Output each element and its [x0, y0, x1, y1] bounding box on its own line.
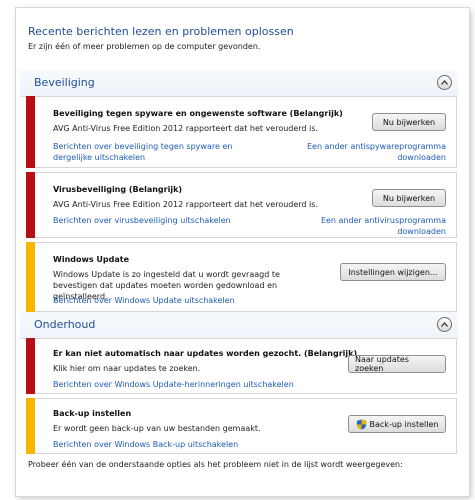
download-antivirus-link[interactable]: Een ander antivirusprogramma downloaden — [316, 215, 446, 237]
card-description: Er wordt geen back-up van uw bestanden g… — [53, 424, 261, 433]
update-now-button[interactable]: Nu bijwerken — [372, 113, 446, 131]
card-spyware: Beveiliging tegen spyware en ongewenste … — [26, 96, 457, 168]
card-windows-update: Windows Update Windows Update is zo inge… — [26, 242, 457, 312]
card-title: Windows Update — [53, 255, 130, 264]
chevron-up-icon[interactable] — [437, 75, 452, 90]
download-antispyware-link[interactable]: Een ander antispywareprogramma downloade… — [306, 141, 446, 163]
severity-stripe-warning — [26, 242, 35, 312]
severity-stripe-important — [26, 338, 35, 394]
card-description: AVG Anti-Virus Free Edition 2012 rapport… — [53, 124, 318, 133]
setup-backup-label: Back-up instellen — [369, 419, 439, 429]
action-center-panel: Recente berichten lezen en problemen opl… — [16, 8, 469, 496]
disable-spyware-messages-link[interactable]: Berichten over beveiliging tegen spyware… — [53, 141, 273, 163]
change-settings-button[interactable]: Instellingen wijzigen... — [340, 263, 446, 281]
setup-backup-button[interactable]: Back-up instellen — [348, 415, 446, 433]
card-virus: Virusbeveiliging (Belangrijk) AVG Anti-V… — [26, 172, 457, 238]
search-updates-button[interactable]: Naar updates zoeken — [348, 355, 446, 373]
card-title: Back-up instellen — [53, 409, 132, 418]
section-label-security: Beveiliging — [34, 76, 95, 89]
disable-windows-update-messages-link[interactable]: Berichten over Windows Update uitschakel… — [53, 295, 235, 306]
update-now-button[interactable]: Nu bijwerken — [372, 189, 446, 207]
severity-stripe-important — [26, 96, 35, 168]
card-update-check: Er kan niet automatisch naar updates wor… — [26, 338, 457, 394]
chevron-up-icon[interactable] — [437, 317, 452, 332]
page-title: Recente berichten lezen en problemen opl… — [28, 25, 294, 38]
section-header-security[interactable]: Beveiliging — [20, 70, 458, 97]
card-description: Klik hier om naar updates te zoeken. — [53, 364, 201, 373]
uac-shield-icon — [356, 418, 366, 430]
card-title: Er kan niet automatisch naar updates wor… — [53, 349, 358, 358]
section-label-maintenance: Onderhoud — [34, 318, 96, 331]
disable-backup-messages-link[interactable]: Berichten over Windows Back-up uitschake… — [53, 439, 238, 450]
card-description: AVG Anti-Virus Free Edition 2012 rapport… — [53, 200, 318, 209]
footer-hint: Probeer één van de onderstaande opties a… — [28, 460, 403, 469]
disable-update-reminders-link[interactable]: Berichten over Windows Update-herinnerin… — [53, 379, 294, 390]
disable-virus-messages-link[interactable]: Berichten over virusbeveiliging uitschak… — [53, 215, 231, 226]
severity-stripe-important — [26, 172, 35, 238]
severity-stripe-warning — [26, 398, 35, 454]
card-title: Virusbeveiliging (Belangrijk) — [53, 185, 183, 194]
card-backup: Back-up instellen Er wordt geen back-up … — [26, 398, 457, 454]
section-header-maintenance[interactable]: Onderhoud — [20, 312, 458, 339]
page-subtitle: Er zijn één of meer problemen op de comp… — [28, 42, 261, 51]
card-title: Beveiliging tegen spyware en ongewenste … — [53, 109, 343, 118]
